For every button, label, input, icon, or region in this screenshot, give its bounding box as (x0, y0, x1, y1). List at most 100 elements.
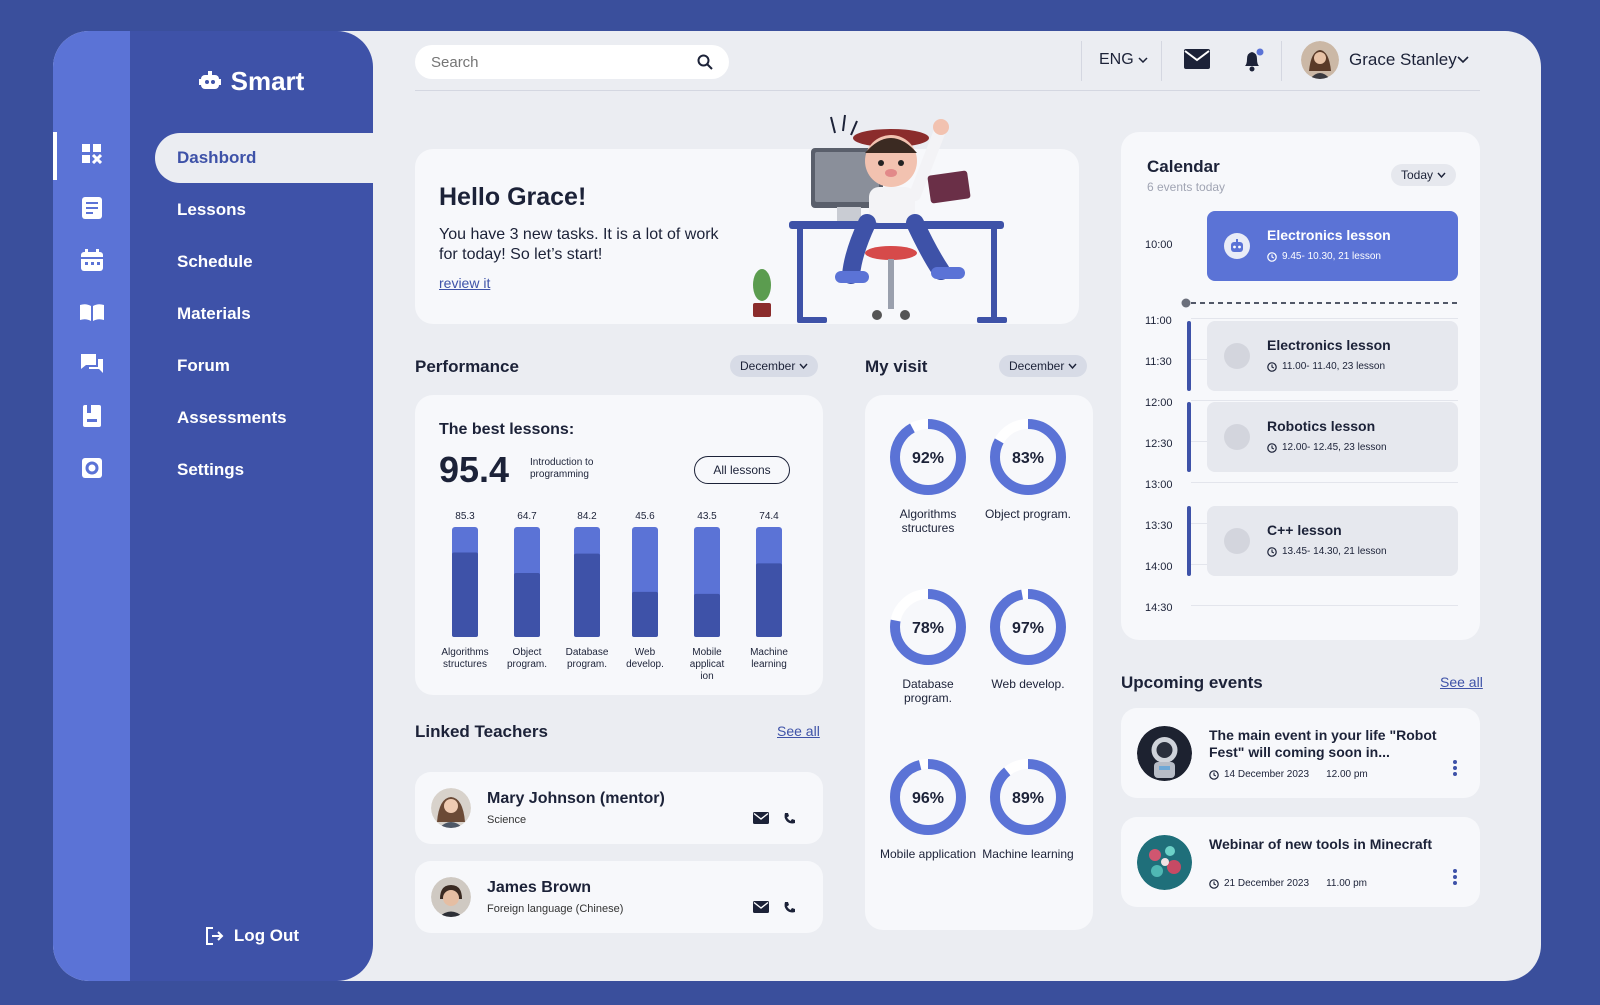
performance-bar-chart: 85.3Algorithmsstructures64.7Objectprogra… (441, 511, 788, 682)
upcoming-see-all-link[interactable]: See all (1440, 674, 1483, 690)
donut-value: 78% (912, 620, 944, 637)
nav-lessons[interactable]: Lessons (155, 185, 373, 235)
filter-label: Today (1401, 168, 1434, 182)
mail-icon[interactable] (753, 812, 769, 824)
logo[interactable]: Smart (130, 31, 373, 131)
bar-category-label: program. (567, 659, 607, 670)
nav-label: Schedule (177, 252, 253, 271)
hello-title: Hello Grace! (439, 183, 587, 211)
nav-materials[interactable]: Materials (155, 289, 373, 339)
calendar-event[interactable]: Robotics lesson 12.00- 12.45, 23 lesson (1207, 402, 1458, 472)
grid-line (1191, 400, 1458, 401)
search-icon[interactable] (697, 54, 713, 70)
bar-category-label: program. (507, 659, 547, 670)
donut-label: Object program. (984, 507, 1072, 521)
rail-materials[interactable] (53, 290, 130, 334)
rail-schedule[interactable] (53, 238, 130, 282)
event-bar (1187, 402, 1191, 472)
rail-forum[interactable] (53, 342, 130, 386)
divider (1161, 41, 1162, 81)
gear-icon (81, 458, 102, 478)
calendar-event[interactable]: Electronics lesson 11.00- 11.40, 23 less… (1207, 321, 1458, 391)
upcoming-event-card[interactable]: Webinar of new tools in Minecraft 21 Dec… (1121, 817, 1480, 907)
nav-assessments[interactable]: Assessments (155, 393, 373, 443)
calendar-subtitle: 6 events today (1147, 180, 1226, 194)
time-label: 10:00 (1145, 239, 1173, 251)
bar-category-label: learning (751, 659, 787, 670)
calendar-event[interactable]: C++ lesson 13.45- 14.30, 21 lesson (1207, 506, 1458, 576)
search-bar[interactable] (415, 45, 729, 79)
upcoming-title: Upcoming events (1121, 673, 1263, 692)
nav-forum[interactable]: Forum (155, 341, 373, 391)
event-time: 12.00 pm (1326, 769, 1368, 780)
rail-lessons[interactable] (53, 186, 130, 230)
nav-schedule[interactable]: Schedule (155, 237, 373, 287)
chevron-down-icon (1068, 363, 1077, 369)
bar[interactable] (632, 591, 658, 637)
more-vertical-icon[interactable] (1453, 760, 1457, 776)
nav-settings[interactable]: Settings (155, 445, 373, 495)
user-menu[interactable]: Grace Stanley (1301, 41, 1457, 79)
phone-icon[interactable] (783, 812, 796, 825)
rail-dashboard[interactable] (53, 132, 130, 180)
bar[interactable] (756, 563, 782, 637)
donut-value: 83% (1012, 450, 1044, 467)
bar[interactable] (694, 593, 720, 637)
bell-icon[interactable] (1241, 48, 1265, 72)
bar-category-label: Database (566, 647, 609, 658)
teacher-name: Mary Johnson (mentor) (487, 790, 665, 807)
event-avatar (1224, 343, 1250, 369)
nav-label: Forum (177, 356, 230, 375)
more-vertical-icon[interactable] (1453, 869, 1457, 885)
teacher-subject: Foreign language (Chinese) (487, 903, 624, 915)
event-image (1137, 726, 1192, 781)
bar-category-label: Algorithms (441, 647, 488, 658)
chevron-down-icon[interactable] (1457, 56, 1469, 64)
event-title: Webinar of new tools in Minecraft (1209, 836, 1432, 852)
all-lessons-button[interactable]: All lessons (694, 456, 790, 484)
illustration-image (753, 114, 1007, 323)
bar[interactable] (452, 552, 478, 637)
avatar (431, 788, 471, 828)
teachers-see-all-link[interactable]: See all (777, 723, 820, 739)
bar[interactable] (514, 572, 540, 637)
robot-icon (198, 71, 221, 89)
teacher-card[interactable]: Mary Johnson (mentor) Science (415, 772, 823, 844)
event-meta: 13.45- 14.30, 21 lesson (1267, 546, 1387, 557)
time-label: 11:30 (1145, 356, 1172, 368)
mail-icon[interactable] (1184, 49, 1210, 69)
event-avatar (1224, 528, 1250, 554)
event-time: 11.00 pm (1326, 878, 1368, 889)
mail-icon[interactable] (753, 901, 769, 913)
calendar-filter-select[interactable]: Today (1391, 164, 1457, 186)
phone-icon[interactable] (783, 901, 796, 914)
event-date: 14 December 2023 (1224, 769, 1310, 780)
language-select[interactable]: ENG (1099, 51, 1148, 69)
review-link[interactable]: review it (439, 275, 490, 291)
event-date: 21 December 2023 (1224, 878, 1310, 889)
search-input[interactable] (431, 53, 671, 71)
chevron-down-icon (1437, 172, 1446, 178)
rail-settings[interactable] (53, 446, 130, 490)
best-value: 95.4 (439, 449, 510, 490)
bar-category-label: Object (513, 647, 542, 658)
rail-assessments[interactable] (53, 394, 130, 438)
upcoming-event-card[interactable]: The main event in your life "Robot Fest"… (1121, 708, 1480, 798)
calendar-event[interactable]: Electronics lesson 9.45- 10.30, 21 lesso… (1207, 211, 1458, 281)
avatar (1301, 41, 1339, 79)
sidebar: Smart Dashbord Lessons Schedule Material… (130, 31, 373, 981)
bar-value-label: 85.3 (455, 511, 475, 522)
avatar (431, 877, 471, 917)
calendar-title: Calendar (1147, 157, 1220, 176)
logout-button[interactable]: Log Out (130, 921, 373, 951)
performance-month-select[interactable]: December (730, 355, 819, 377)
event-meta: 21 December 2023 11.00 pm (1209, 878, 1367, 889)
month-label: December (740, 359, 796, 373)
nav-label: Dashbord (177, 148, 257, 167)
visit-month-select[interactable]: December (999, 355, 1088, 377)
bar-value-label: 64.7 (517, 511, 537, 522)
bar[interactable] (574, 553, 600, 637)
teacher-card[interactable]: James Brown Foreign language (Chinese) (415, 861, 823, 933)
nav-dashboard[interactable]: Dashbord (155, 133, 373, 183)
teachers-title: Linked Teachers (415, 722, 548, 741)
